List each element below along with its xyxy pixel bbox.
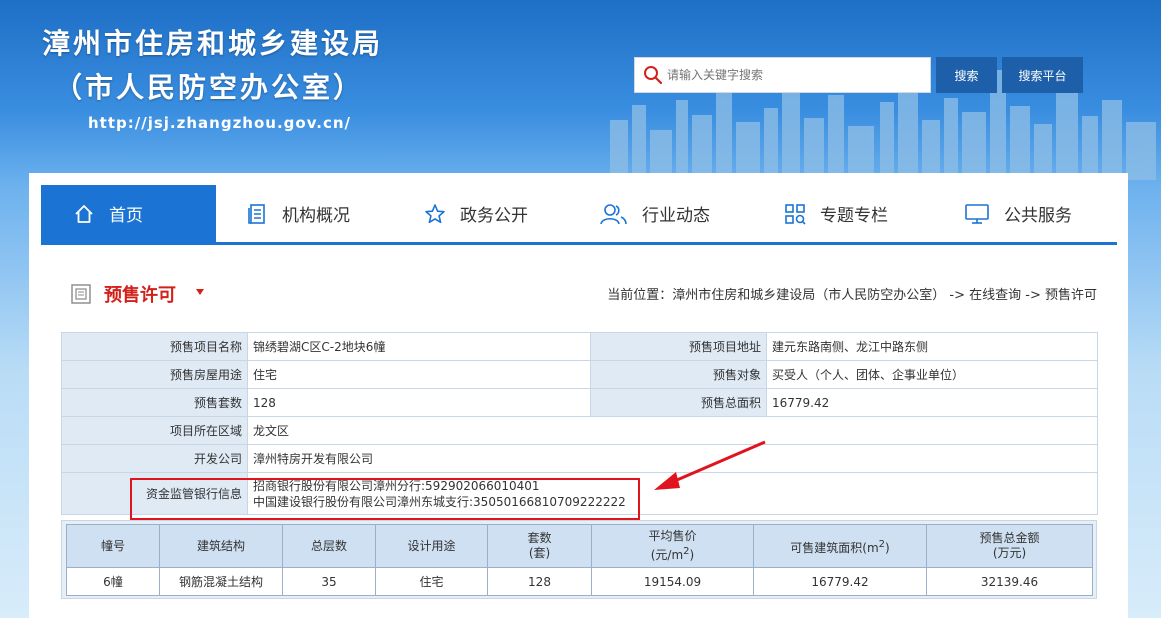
- users-icon: [600, 203, 628, 225]
- header-building: 幢号: [66, 524, 160, 568]
- header-price: 平均售价 (元/m2): [591, 524, 754, 568]
- nav-item-government-affairs[interactable]: 政务公开: [396, 185, 574, 242]
- caret-down-icon[interactable]: [195, 288, 205, 296]
- monitor-icon: [964, 203, 990, 225]
- table-row: 项目所在区域 龙文区: [61, 416, 1098, 445]
- search-platform-button[interactable]: 搜索平台: [1002, 57, 1083, 93]
- table-header-row: 幢号 建筑结构 总层数 设计用途 套数 (套) 平均售价 (元/m2) 可售建筑…: [66, 524, 1093, 568]
- nav-item-special-topics[interactable]: 专题专栏: [756, 185, 934, 242]
- header-design-use: 设计用途: [375, 524, 488, 568]
- cell-saleable-area: 16779.42: [753, 567, 927, 596]
- nav-item-public-service[interactable]: 公共服务: [934, 185, 1117, 242]
- search-box: [634, 57, 931, 93]
- nav-item-label: 专题专栏: [820, 206, 888, 226]
- target-value: 买受人（个人、团体、企事业单位）: [766, 360, 1098, 389]
- nav-item-label: 机构概况: [282, 206, 350, 226]
- site-url: http://jsj.zhangzhou.gov.cn/: [88, 114, 352, 132]
- table-row: 6幢 钢筋混凝土结构 35 住宅 128 19154.09 16779.42 3…: [66, 567, 1093, 596]
- header-price-line1: 平均售价: [648, 529, 697, 543]
- usage-value: 住宅: [247, 360, 591, 389]
- nav-item-industry-news[interactable]: 行业动态: [574, 185, 756, 242]
- nav-item-home[interactable]: 首页: [41, 185, 216, 242]
- header-saleable-area: 可售建筑面积(m2): [753, 524, 927, 568]
- search-button[interactable]: 搜索: [936, 57, 997, 93]
- bank-info-highlight-box: [130, 478, 640, 520]
- table-row: 预售房屋用途 住宅 预售对象 买受人（个人、团体、企事业单位）: [61, 360, 1098, 389]
- table-row: 开发公司 漳州特房开发有限公司: [61, 444, 1098, 473]
- star-icon: [424, 203, 446, 225]
- home-icon: [73, 203, 95, 225]
- units-label: 预售套数: [61, 388, 248, 417]
- cell-sets: 128: [487, 567, 592, 596]
- header-sets: 套数 (套): [487, 524, 592, 568]
- cell-building: 6幢: [66, 567, 160, 596]
- header-total-line2: (万元): [992, 546, 1027, 560]
- cell-price: 19154.09: [591, 567, 754, 596]
- cell-total: 32139.46: [926, 567, 1093, 596]
- search-input[interactable]: [665, 67, 919, 83]
- document-list-icon: [246, 203, 268, 225]
- project-name-value: 锦绣碧湖C区C-2地块6幢: [247, 332, 591, 361]
- nav-item-label: 政务公开: [460, 206, 528, 226]
- area-label: 预售总面积: [590, 388, 767, 417]
- header-sets-line2: (套): [528, 546, 551, 560]
- site-title-line2: （市人民防空办公室）: [54, 71, 365, 104]
- area-value: 16779.42: [766, 388, 1098, 417]
- header-floors: 总层数: [282, 524, 376, 568]
- search-icon: [644, 66, 663, 85]
- document-icon: [71, 284, 91, 304]
- nav-item-label: 公共服务: [1004, 206, 1072, 226]
- annotation-arrow-icon: [654, 440, 766, 490]
- site-title: 漳州市住房和城乡建设局 （市人民防空办公室） http://jsj.zhangz…: [42, 22, 383, 132]
- site-title-line1: 漳州市住房和城乡建设局: [42, 27, 384, 60]
- main-panel: 首页 机构概况 政务公开 行业动态 专题专栏 公共服务 预售许可 当前位置：漳州…: [29, 173, 1128, 618]
- header-total-line1: 预售总金额: [979, 531, 1040, 545]
- project-name-label: 预售项目名称: [61, 332, 248, 361]
- units-value: 128: [247, 388, 591, 417]
- project-address-value: 建元东路南侧、龙江中路东侧: [766, 332, 1098, 361]
- project-address-label: 预售项目地址: [590, 332, 767, 361]
- grid-search-icon: [784, 203, 806, 225]
- breadcrumb: 当前位置：漳州市住房和城乡建设局（市人民防空办公室） -> 在线查询 -> 预售…: [607, 288, 1097, 303]
- district-label: 项目所在区域: [61, 416, 248, 445]
- header-total: 预售总金额 (万元): [926, 524, 1093, 568]
- building-units-table: 幢号 建筑结构 总层数 设计用途 套数 (套) 平均售价 (元/m2) 可售建筑…: [66, 524, 1093, 596]
- category-bar: 预售许可 当前位置：漳州市住房和城乡建设局（市人民防空办公室） -> 在线查询 …: [70, 283, 1100, 307]
- nav-item-organization[interactable]: 机构概况: [216, 185, 396, 242]
- nav-item-label: 行业动态: [642, 206, 710, 226]
- table-row: 预售套数 128 预售总面积 16779.42: [61, 388, 1098, 417]
- header-price-line2: (元/m2): [650, 546, 695, 562]
- header-sets-line1: 套数: [527, 531, 552, 545]
- table-row: 预售项目名称 锦绣碧湖C区C-2地块6幢 预售项目地址 建元东路南侧、龙江中路东…: [61, 332, 1098, 361]
- nav-item-label: 首页: [109, 206, 143, 226]
- cell-design-use: 住宅: [375, 567, 488, 596]
- main-nav: 首页 机构概况 政务公开 行业动态 专题专栏 公共服务: [41, 185, 1117, 245]
- target-label: 预售对象: [590, 360, 767, 389]
- cell-structure: 钢筋混凝土结构: [159, 567, 283, 596]
- developer-label: 开发公司: [61, 444, 248, 473]
- cell-floors: 35: [282, 567, 376, 596]
- header-structure: 建筑结构: [159, 524, 283, 568]
- category-title: 预售许可: [104, 285, 176, 306]
- usage-label: 预售房屋用途: [61, 360, 248, 389]
